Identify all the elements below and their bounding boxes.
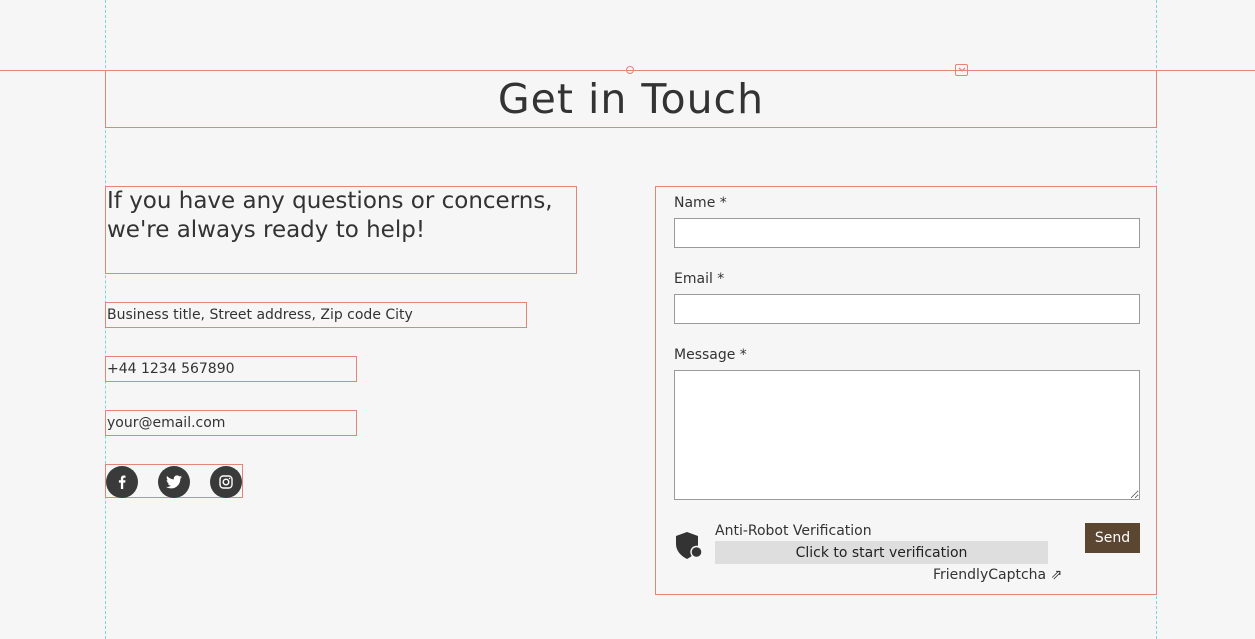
- send-button[interactable]: Send: [1085, 523, 1140, 553]
- start-verification-button[interactable]: Click to start verification: [715, 541, 1048, 564]
- instagram-button[interactable]: [210, 466, 242, 498]
- email-text[interactable]: your@email.com: [105, 410, 357, 436]
- contact-form: Name * Email * Message * Anti-Robot Veri…: [655, 186, 1157, 595]
- facebook-icon: [118, 475, 126, 489]
- name-label: Name *: [674, 195, 727, 211]
- email-field[interactable]: [674, 294, 1140, 324]
- page-title: Get in Touch: [497, 75, 765, 123]
- message-field[interactable]: [674, 370, 1140, 500]
- twitter-button[interactable]: [158, 466, 190, 498]
- email-label: Email *: [674, 271, 725, 287]
- phone-text[interactable]: +44 1234 567890: [105, 356, 357, 382]
- message-label: Message *: [674, 347, 747, 363]
- friendlycaptcha-link[interactable]: FriendlyCaptcha ⇗: [933, 567, 1062, 583]
- captcha-title: Anti-Robot Verification: [715, 523, 872, 539]
- captcha-shield-icon: [676, 531, 704, 565]
- social-links: [105, 464, 243, 498]
- intro-text[interactable]: If you have any questions or concerns, w…: [105, 186, 577, 274]
- instagram-icon: [219, 475, 233, 489]
- address-text[interactable]: Business title, Street address, Zip code…: [105, 302, 527, 328]
- twitter-icon: [166, 475, 182, 489]
- facebook-button[interactable]: [106, 466, 138, 498]
- name-field[interactable]: [674, 218, 1140, 248]
